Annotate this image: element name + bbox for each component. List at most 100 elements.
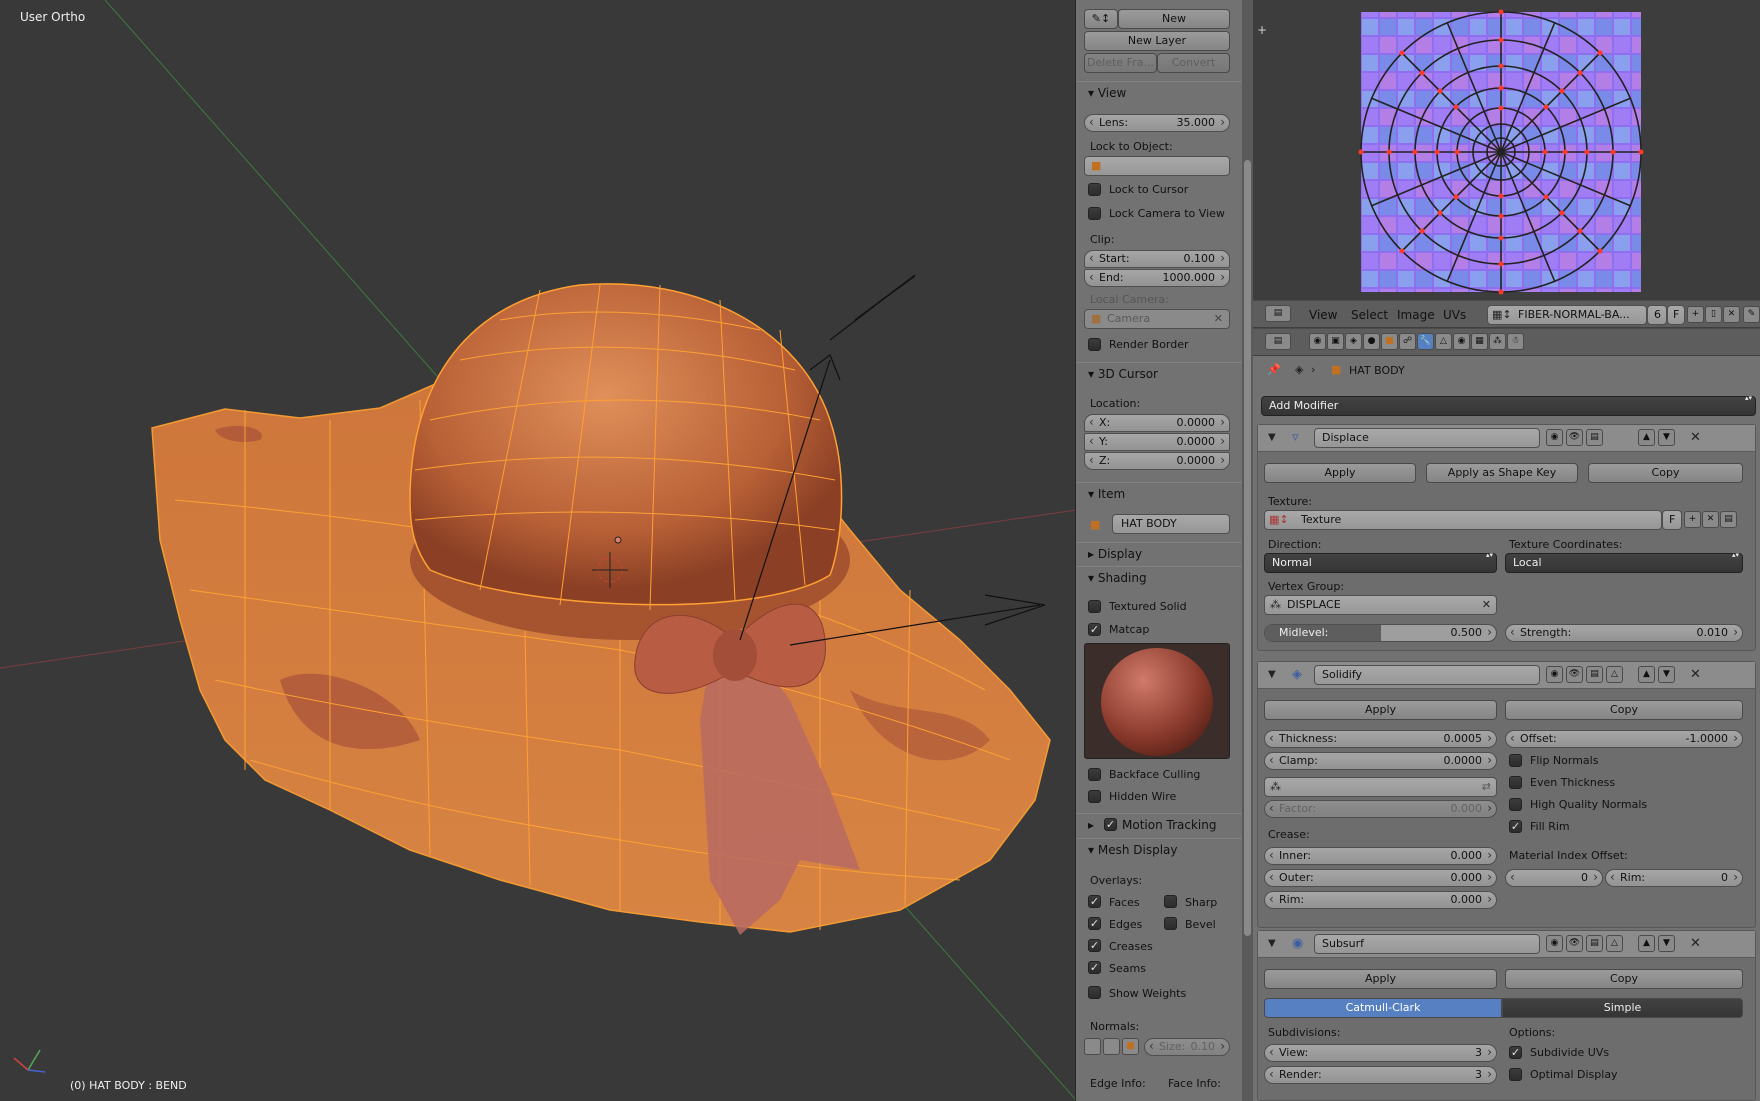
move-up-icon[interactable]: ▲	[1638, 935, 1655, 952]
render-tab-icon[interactable]: ◉	[1309, 333, 1326, 350]
outer-crease-field[interactable]: Outer:0.000	[1264, 869, 1497, 887]
backface-culling-checkbox[interactable]	[1088, 768, 1101, 781]
subsurf-name-field[interactable]: Subsurf	[1314, 934, 1540, 954]
factor-field[interactable]: Factor:0.000	[1264, 800, 1497, 818]
pin-image-icon[interactable]: ✎	[1743, 306, 1760, 323]
cage-toggle-icon[interactable]: △	[1606, 935, 1623, 952]
render-toggle-icon[interactable]: ◉	[1546, 935, 1563, 952]
matcap-checkbox[interactable]: ✓	[1088, 623, 1101, 636]
solidify-copy-button[interactable]: Copy	[1505, 700, 1743, 720]
midlevel-slider[interactable]: Midlevel:0.500	[1264, 624, 1497, 642]
creases-checkbox[interactable]: ✓	[1088, 939, 1101, 952]
seams-checkbox[interactable]: ✓	[1088, 961, 1101, 974]
data-tab-icon[interactable]: △	[1435, 333, 1452, 350]
render-toggle-icon[interactable]: ◉	[1546, 429, 1563, 446]
cursor-y-field[interactable]: Y:0.0000	[1084, 433, 1230, 451]
texture-browse-icon[interactable]: ▤	[1720, 511, 1737, 528]
new-layer-button[interactable]: New Layer	[1084, 31, 1230, 51]
viewport-toggle-icon[interactable]: 👁	[1566, 935, 1583, 952]
item-name-field[interactable]: HAT BODY	[1112, 514, 1230, 534]
offset-field[interactable]: Offset:-1.0000	[1505, 730, 1743, 748]
texture-coords-dropdown[interactable]: Local	[1505, 551, 1743, 573]
editmode-toggle-icon[interactable]: ▤	[1586, 666, 1603, 683]
cursor-x-field[interactable]: X:0.0000	[1084, 414, 1230, 432]
view-panel-header[interactable]: ▾ View	[1076, 81, 1242, 103]
displace-apply-button[interactable]: Apply	[1264, 463, 1416, 483]
clip-end-field[interactable]: End:1000.000	[1084, 269, 1230, 287]
editor-type-icon[interactable]: ▤	[1265, 305, 1291, 322]
loop-normals-icon[interactable]	[1103, 1038, 1120, 1055]
texture-field[interactable]: ▦↕ Texture	[1264, 510, 1662, 530]
mesh-display-header[interactable]: ▾ Mesh Display	[1076, 838, 1242, 860]
apply-shape-key-button[interactable]: Apply as Shape Key	[1426, 463, 1578, 483]
scrollbar-thumb[interactable]	[1244, 160, 1251, 936]
open-image-icon[interactable]: ▯	[1705, 306, 1722, 323]
remove-modifier-icon[interactable]: ✕	[1690, 936, 1701, 951]
pin-icon[interactable]: 📌	[1267, 363, 1281, 376]
viewport-canvas[interactable]	[0, 0, 1076, 1101]
scene-tab-icon[interactable]: ◈	[1345, 333, 1362, 350]
catmull-clark-option[interactable]: Catmull-Clark	[1264, 998, 1502, 1018]
move-down-icon[interactable]: ▼	[1658, 666, 1675, 683]
add-modifier-dropdown[interactable]: Add Modifier	[1261, 394, 1756, 416]
sharp-checkbox[interactable]	[1164, 895, 1177, 908]
convert-button[interactable]: Convert	[1157, 53, 1230, 73]
cursor-panel-header[interactable]: ▾ 3D Cursor	[1076, 362, 1242, 384]
face-normals-icon[interactable]: ■	[1122, 1038, 1139, 1055]
texture-unlink-icon[interactable]: ✕	[1702, 511, 1719, 528]
even-thickness-checkbox[interactable]	[1509, 776, 1522, 789]
fill-rim-checkbox[interactable]: ✓	[1509, 820, 1522, 833]
cursor-z-field[interactable]: Z:0.0000	[1084, 452, 1230, 470]
modifiers-tab-icon[interactable]: 🔧	[1417, 333, 1434, 350]
new-gpencil-button[interactable]: New	[1118, 9, 1230, 29]
menu-uvs[interactable]: UVs	[1443, 308, 1466, 322]
high-quality-normals-checkbox[interactable]	[1509, 798, 1522, 811]
thickness-field[interactable]: Thickness:0.0005	[1264, 730, 1497, 748]
3d-viewport[interactable]: User Ortho (0) HAT BODY : BEND	[0, 0, 1076, 1101]
displace-copy-button[interactable]: Copy	[1588, 463, 1743, 483]
particles-tab-icon[interactable]: ⁂	[1489, 333, 1506, 350]
move-down-icon[interactable]: ▼	[1658, 935, 1675, 952]
unlink-image-icon[interactable]: ✕	[1723, 306, 1740, 323]
texture-new-icon[interactable]: +	[1684, 511, 1701, 528]
collapse-icon[interactable]: ▼	[1268, 432, 1276, 443]
npanel-scrollbar[interactable]	[1242, 0, 1253, 1101]
fake-user-toggle[interactable]: F	[1667, 305, 1685, 325]
material-rim-field[interactable]: Rim:0	[1605, 869, 1743, 887]
local-camera-field[interactable]: ■ Camera ✕	[1084, 309, 1230, 329]
clip-start-field[interactable]: Start:0.100	[1084, 250, 1230, 268]
viewport-toggle-icon[interactable]: 👁	[1566, 666, 1583, 683]
shading-panel-header[interactable]: ▾ Shading	[1076, 566, 1242, 588]
normal-size-field[interactable]: Size:0.10	[1144, 1038, 1230, 1056]
solidify-apply-button[interactable]: Apply	[1264, 700, 1497, 720]
menu-view[interactable]: View	[1309, 308, 1337, 322]
lock-camera-checkbox[interactable]	[1088, 207, 1101, 220]
lock-object-field[interactable]: ■	[1084, 156, 1230, 176]
textured-solid-checkbox[interactable]	[1088, 600, 1101, 613]
move-up-icon[interactable]: ▲	[1638, 666, 1655, 683]
display-panel-header[interactable]: ▸ Display	[1076, 542, 1242, 564]
subsurf-apply-button[interactable]: Apply	[1264, 969, 1497, 989]
menu-image[interactable]: Image	[1397, 308, 1435, 322]
texture-tab-icon[interactable]: ▦	[1471, 333, 1488, 350]
remove-modifier-icon[interactable]: ✕	[1690, 667, 1701, 682]
constraints-tab-icon[interactable]: ☍	[1399, 333, 1416, 350]
image-datablock-field[interactable]: ▦↕ FIBER-NORMAL-BA...	[1487, 305, 1647, 325]
subdivide-uvs-checkbox[interactable]: ✓	[1509, 1046, 1522, 1059]
render-levels-field[interactable]: Render:3	[1264, 1066, 1497, 1084]
lock-to-cursor-checkbox[interactable]	[1088, 183, 1101, 196]
physics-tab-icon[interactable]: ☃	[1507, 333, 1524, 350]
solidify-name-field[interactable]: Solidify	[1314, 665, 1540, 685]
edges-checkbox[interactable]: ✓	[1088, 917, 1101, 930]
faces-checkbox[interactable]: ✓	[1088, 895, 1101, 908]
properties-editor-icon[interactable]: ▤	[1265, 333, 1291, 350]
collapse-icon[interactable]: ▼	[1268, 669, 1276, 680]
image-users-count[interactable]: 6	[1647, 305, 1667, 325]
flip-normals-checkbox[interactable]	[1509, 754, 1522, 767]
simple-option[interactable]: Simple	[1502, 998, 1743, 1018]
render-border-checkbox[interactable]	[1088, 338, 1101, 351]
hidden-wire-checkbox[interactable]	[1088, 790, 1101, 803]
view-levels-field[interactable]: View:3	[1264, 1044, 1497, 1062]
delete-frame-button[interactable]: Delete Fra...	[1084, 53, 1157, 73]
editmode-toggle-icon[interactable]: ▤	[1586, 429, 1603, 446]
